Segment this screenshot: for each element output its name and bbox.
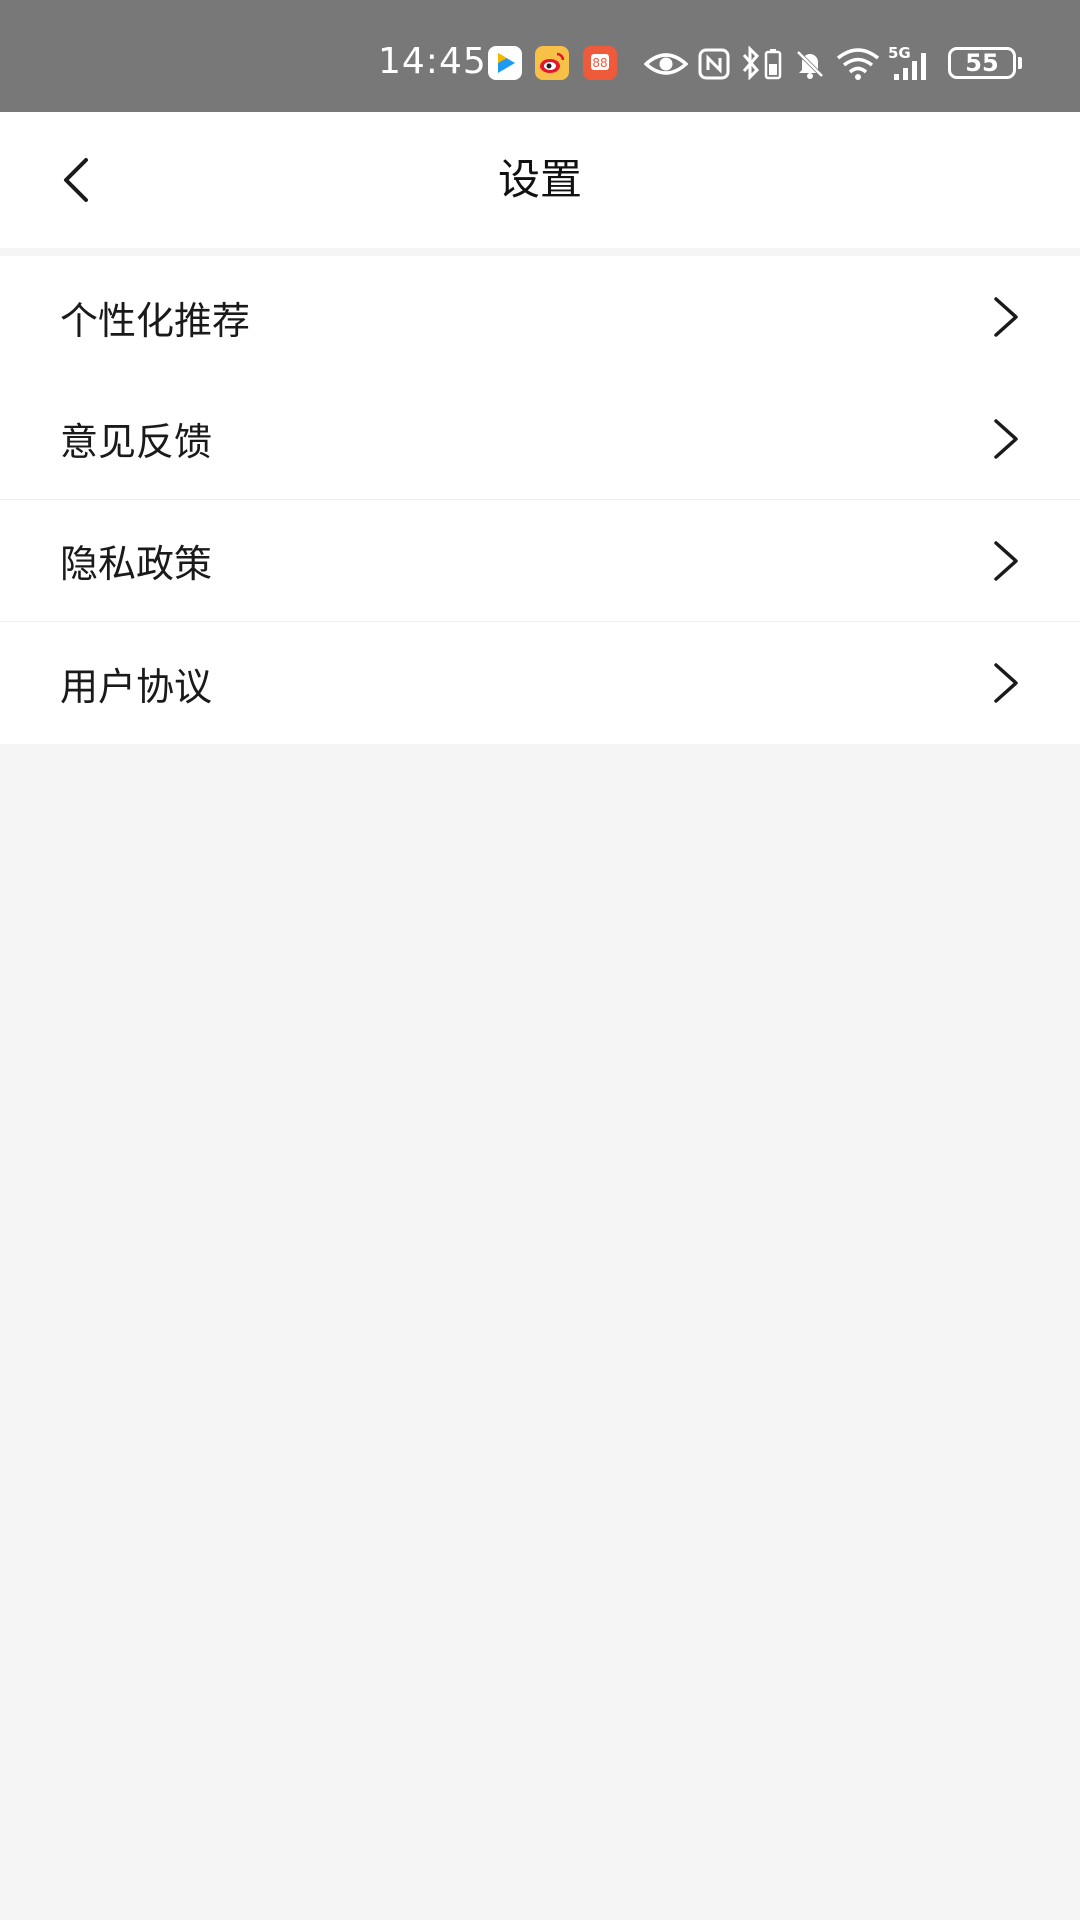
- settings-item-privacy-policy[interactable]: 隐私政策: [0, 500, 1080, 622]
- settings-item-label: 意见反馈: [60, 420, 213, 464]
- settings-item-feedback[interactable]: 意见反馈: [0, 378, 1080, 500]
- settings-item-label: 用户协议: [60, 664, 213, 709]
- chevron-right-icon: [994, 540, 1018, 581]
- settings-item-label: 个性化推荐: [60, 298, 251, 343]
- battery-level: 55: [965, 49, 999, 77]
- settings-item-label: 隐私政策: [60, 542, 213, 586]
- settings-item-personalized-recommendation[interactable]: 个性化推荐: [0, 256, 1080, 378]
- battery-tip: [1018, 57, 1022, 69]
- status-time: 14:45: [378, 41, 487, 82]
- chevron-right-icon: [994, 297, 1018, 337]
- video-app-notification-icon: [488, 46, 522, 80]
- battery-indicator: 55: [948, 47, 1016, 79]
- svg-text:88: 88: [592, 56, 607, 70]
- chevron-left-icon: [64, 158, 88, 202]
- shopping-app-notification-icon: 88: [583, 46, 617, 80]
- weibo-notification-icon: [535, 46, 569, 80]
- navigation-bar: 设置: [0, 112, 1080, 248]
- bluetooth-icon: [740, 45, 762, 84]
- nfc-icon: [698, 48, 730, 84]
- eye-icon: [643, 50, 689, 82]
- status-bar: 14:45 88 5G 55: [0, 0, 1080, 112]
- settings-list: 个性化推荐 意见反馈 隐私政策 用户协议: [0, 256, 1080, 744]
- mute-bell-icon: [794, 48, 826, 84]
- chevron-right-icon: [994, 663, 1018, 703]
- settings-item-user-agreement[interactable]: 用户协议: [0, 622, 1080, 744]
- chevron-right-icon: [994, 418, 1018, 459]
- battery-saver-icon: [764, 48, 782, 84]
- page-title: 设置: [497, 155, 582, 204]
- back-button[interactable]: [36, 140, 116, 220]
- wifi-icon: [836, 48, 880, 84]
